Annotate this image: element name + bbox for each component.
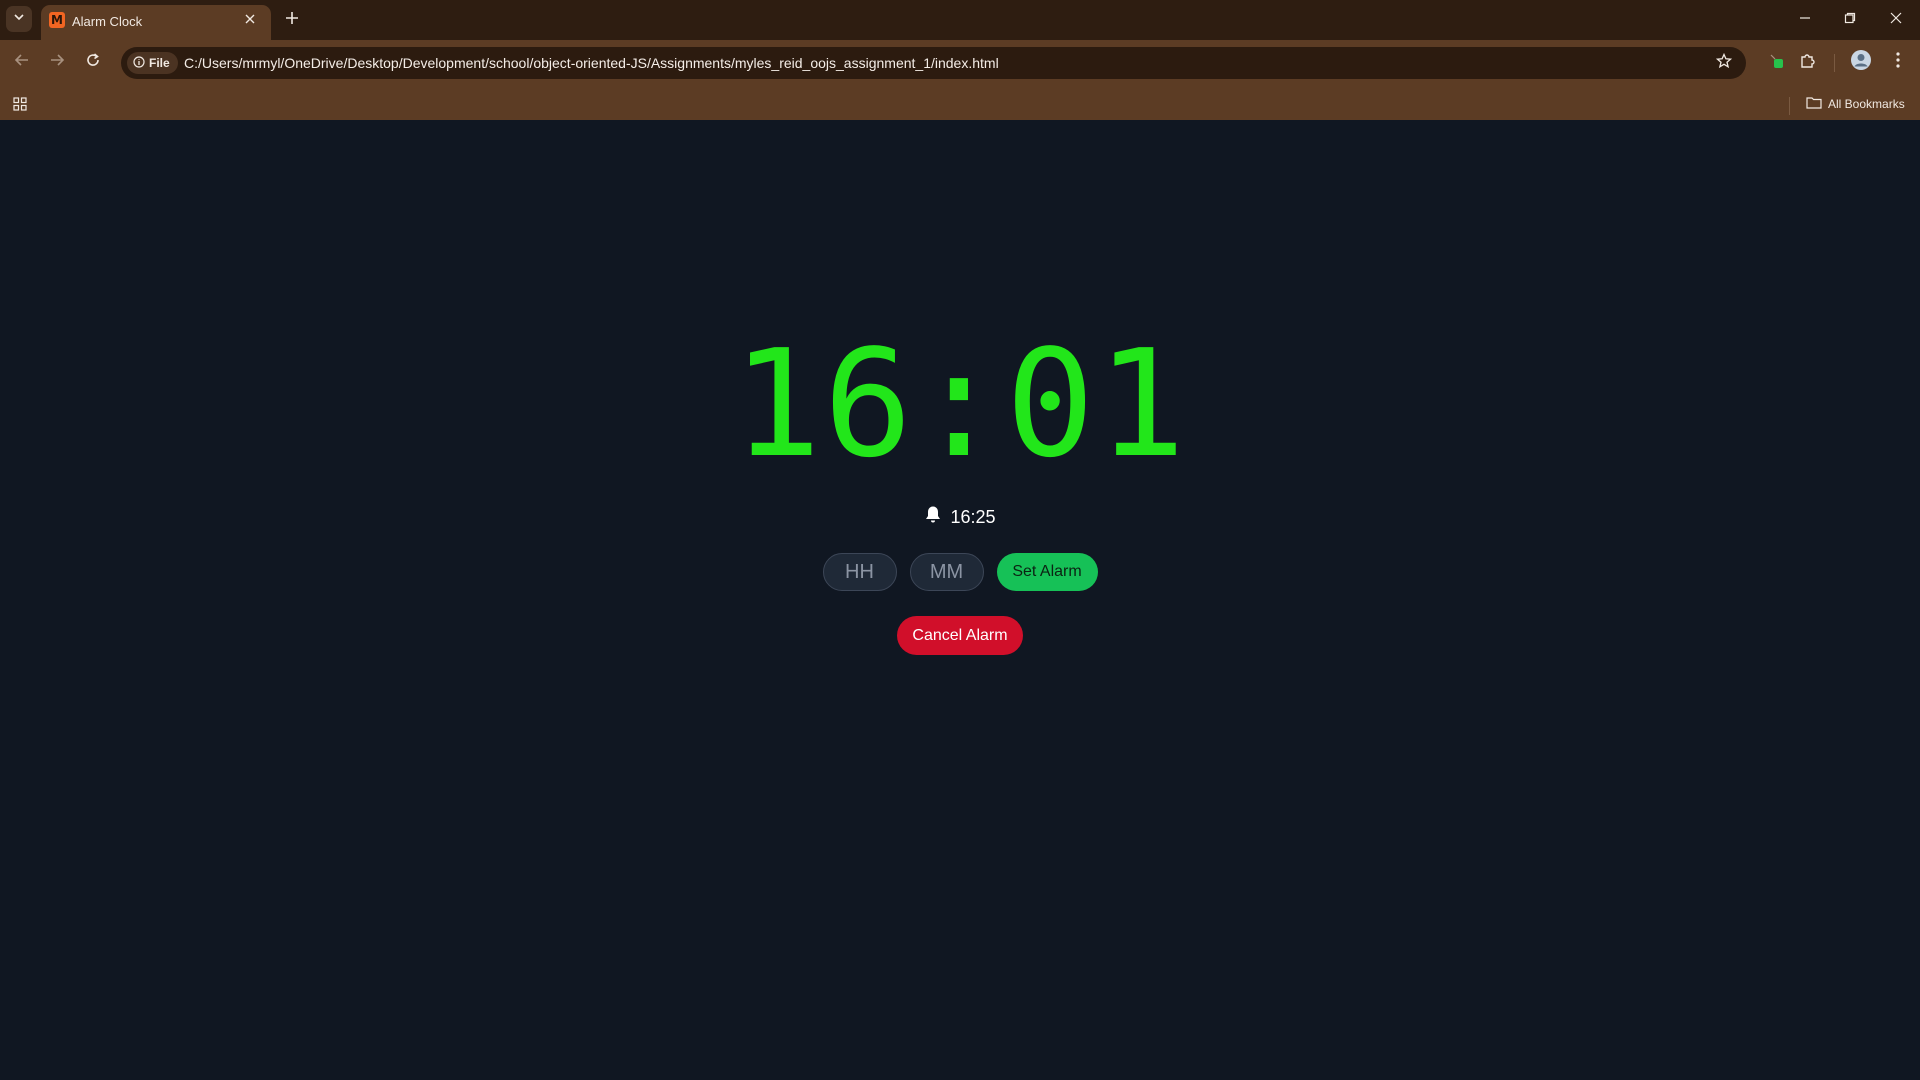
site-info-chip[interactable]: File (127, 52, 178, 74)
browser-titlebar: M Alarm Clock (0, 0, 1920, 40)
kebab-menu-icon (1895, 51, 1901, 74)
close-window-button[interactable] (1876, 4, 1916, 36)
profile-button[interactable] (1849, 49, 1873, 76)
toolbar-divider (1834, 54, 1835, 72)
tab-search-button[interactable] (6, 6, 32, 32)
back-button[interactable] (8, 48, 36, 76)
address-bar[interactable]: File C:/Users/mrmyl/OneDrive/Desktop/Dev… (121, 47, 1746, 79)
set-alarm-button[interactable]: Set Alarm (996, 553, 1098, 591)
info-icon (133, 55, 145, 71)
extension-status-button[interactable] (1765, 50, 1789, 74)
bookmark-star-button[interactable] (1714, 52, 1734, 74)
bookmarks-divider (1789, 97, 1790, 115)
avatar (1850, 49, 1872, 76)
menu-button[interactable] (1886, 50, 1910, 74)
apps-button[interactable] (10, 96, 30, 116)
site-chip-label: File (149, 56, 170, 70)
extension-badge-icon (1768, 51, 1786, 74)
reload-icon (85, 52, 101, 73)
close-icon (1890, 11, 1902, 29)
arrow-right-icon (49, 52, 65, 73)
minimize-button[interactable] (1785, 4, 1825, 36)
alarm-status: 16:25 (0, 505, 1920, 529)
all-bookmarks-label: All Bookmarks (1828, 97, 1905, 111)
extensions-button[interactable] (1796, 50, 1820, 74)
new-tab-button[interactable] (280, 8, 304, 32)
forward-button[interactable] (43, 48, 71, 76)
plus-icon (285, 11, 299, 30)
arrow-left-icon (14, 52, 30, 73)
close-icon (245, 11, 255, 29)
chevron-down-icon (13, 10, 25, 28)
favicon-icon: M (49, 12, 65, 28)
restore-button[interactable] (1830, 4, 1870, 36)
tab-title: Alarm Clock (72, 14, 143, 29)
alarm-controls: Set Alarm (0, 553, 1920, 591)
browser-tab-active[interactable]: M Alarm Clock (41, 5, 271, 40)
alarm-clock-page (0, 120, 1920, 1080)
puzzle-icon (1799, 51, 1817, 74)
browser-toolbar: File C:/Users/mrmyl/OneDrive/Desktop/Dev… (0, 40, 1920, 126)
hour-input[interactable] (822, 553, 897, 591)
reload-button[interactable] (79, 48, 107, 76)
all-bookmarks-button[interactable]: All Bookmarks (1806, 96, 1905, 112)
apps-grid-icon (13, 96, 27, 116)
restore-icon (1844, 11, 1856, 29)
clock-display: 16:01 (732, 318, 1188, 490)
cancel-alarm-button[interactable]: Cancel Alarm (897, 616, 1023, 655)
star-icon (1715, 52, 1733, 74)
minimize-icon (1799, 11, 1811, 29)
tab-close-button[interactable] (241, 11, 259, 29)
minute-input[interactable] (909, 553, 984, 591)
bell-icon (924, 505, 942, 529)
folder-icon (1806, 96, 1822, 112)
url-text[interactable]: C:/Users/mrmyl/OneDrive/Desktop/Developm… (184, 55, 999, 71)
alarm-time-label: 16:25 (950, 506, 996, 527)
